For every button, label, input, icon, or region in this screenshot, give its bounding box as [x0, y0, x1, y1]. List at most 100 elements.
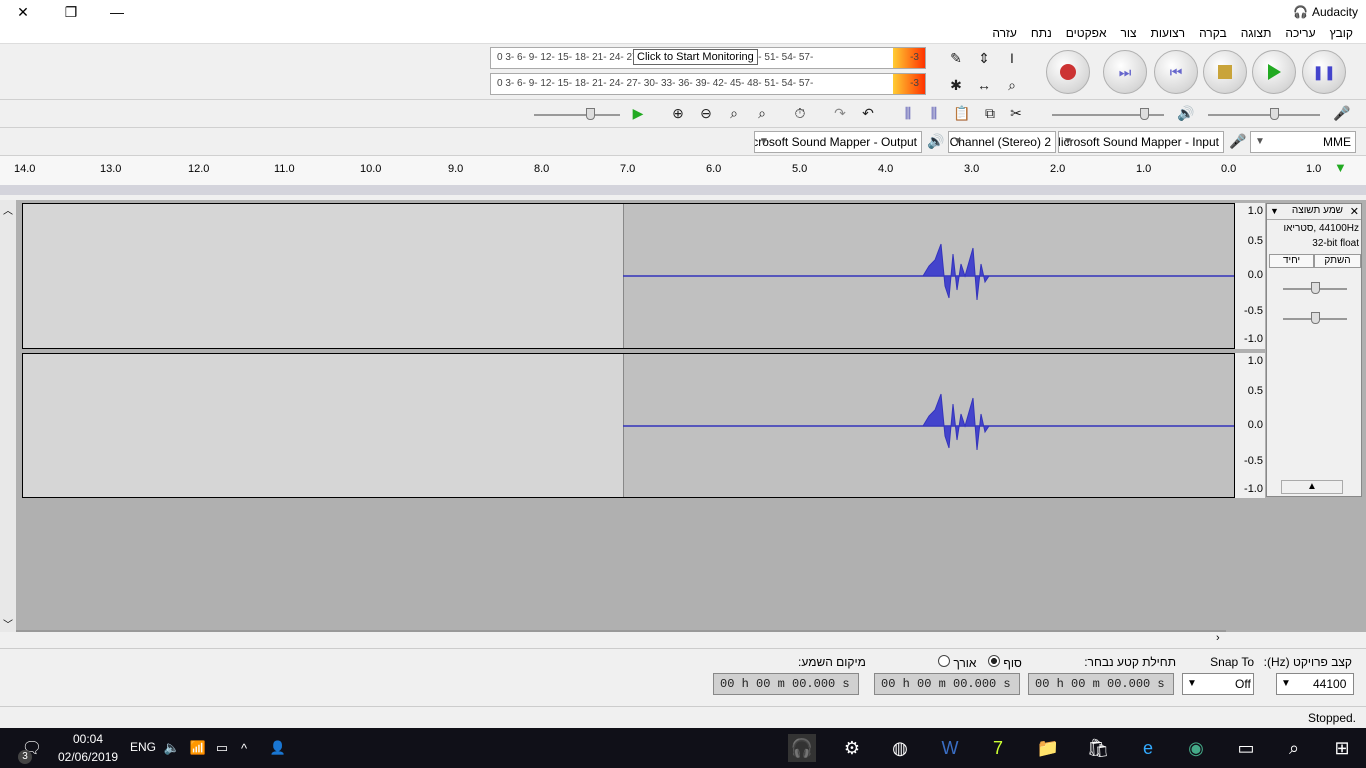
ruler-tick: 10.0	[360, 163, 382, 175]
windows-taskbar: ⊞ ⌕ ▭ ◉ e 🛍 📁 7 W ◍ ⚙ 🎧 00:04 02/06/2019…	[0, 728, 1366, 768]
envelope-tool-icon[interactable]: ⇕	[972, 46, 996, 70]
record-button[interactable]	[1046, 50, 1090, 94]
end-radio[interactable]	[988, 655, 1000, 667]
gain-slider[interactable]	[1283, 282, 1347, 294]
settings-gear-icon[interactable]: ⚙	[838, 734, 866, 762]
people-icon[interactable]: 👤	[264, 734, 292, 762]
selection-start-time[interactable]: 00 h 00 m 00.000 s	[1028, 673, 1174, 695]
scroll-down-icon[interactable]: ﹀	[3, 616, 13, 631]
photos-icon[interactable]: ◍	[886, 734, 914, 762]
fit-selection-icon[interactable]: ⌕	[722, 101, 746, 125]
audio-position-label: מיקום השמע:	[798, 655, 866, 669]
chrome-icon[interactable]: ◉	[1182, 734, 1210, 762]
redo-icon[interactable]: ↷	[828, 101, 852, 125]
file-explorer-icon[interactable]: 📁	[1034, 734, 1062, 762]
clock-date[interactable]: 02/06/2019	[58, 750, 118, 764]
task-view-icon[interactable]: ▭	[1232, 734, 1260, 762]
horizontal-scrollbar[interactable]	[16, 630, 1226, 632]
skip-end-button[interactable]: ⏭	[1103, 50, 1147, 94]
snap-to-select[interactable]: Off ▼	[1182, 673, 1254, 695]
solo-button[interactable]: יחיד	[1269, 254, 1314, 268]
selection-tool-icon[interactable]: I	[1000, 46, 1024, 70]
menu-tracks[interactable]: רצועות	[1144, 24, 1192, 43]
multi-tool-icon[interactable]: ✱	[944, 73, 968, 97]
skip-start-button[interactable]: ⏮	[1154, 50, 1198, 94]
maximize-button[interactable]: ❐	[48, 0, 94, 24]
audio-position-time[interactable]: 00 h 00 m 00.000 s	[713, 673, 859, 695]
word-icon[interactable]: W	[936, 734, 964, 762]
ruler-tick: 7.0	[620, 163, 636, 175]
7zip-icon[interactable]: 7	[984, 734, 1012, 762]
pause-button[interactable]: ❚❚	[1302, 50, 1346, 94]
show-hidden-icons[interactable]: ^	[230, 734, 258, 762]
zoom-in-icon[interactable]: ⊕	[666, 101, 690, 125]
play-at-speed-slider[interactable]	[534, 108, 620, 120]
track-channel-left[interactable]	[22, 203, 1235, 349]
silence-icon[interactable]: ⫼	[922, 101, 946, 125]
output-device-select[interactable]: Microsoft Sound Mapper - Output ▼	[754, 131, 922, 153]
track-name[interactable]: שמע תשוצה	[1292, 205, 1343, 216]
collapse-track-icon[interactable]: ▲	[1281, 480, 1343, 494]
channels-select[interactable]: 2 (Stereo) Recording Channel▼	[948, 131, 1056, 153]
playback-volume-slider[interactable]	[1052, 108, 1164, 120]
volume-icon[interactable]: 🔈	[158, 734, 186, 762]
zoom-out-icon[interactable]: ⊖	[694, 101, 718, 125]
language-indicator[interactable]: ENG	[130, 740, 156, 754]
play-icon	[1267, 64, 1281, 80]
track-close-icon[interactable]: ✕	[1350, 205, 1359, 218]
close-button[interactable]: ✕	[0, 0, 46, 24]
record-meter-max: -3	[910, 52, 919, 63]
project-rate-select[interactable]: 44100 ▼	[1276, 673, 1354, 695]
trim-icon[interactable]: ⫼	[896, 101, 920, 125]
menu-help[interactable]: עזרה	[985, 24, 1024, 43]
play-button[interactable]	[1252, 50, 1296, 94]
menu-effects[interactable]: אפקטים	[1059, 24, 1114, 43]
stop-button[interactable]	[1203, 50, 1247, 94]
search-icon[interactable]: ⌕	[1280, 734, 1308, 762]
menu-view[interactable]: תצוגה	[1234, 24, 1279, 43]
ruler-tick: 14.0	[14, 163, 36, 175]
menu-transport[interactable]: בקרה	[1192, 24, 1234, 43]
pan-slider[interactable]	[1283, 312, 1347, 324]
selection-end-time[interactable]: 00 h 00 m 00.000 s	[874, 673, 1020, 695]
vertical-scrollbar[interactable]: ︿ ﹀	[0, 200, 16, 632]
audio-host-select[interactable]: MME ▼	[1250, 131, 1356, 153]
zoom-tool-icon[interactable]: ⌕	[1000, 73, 1024, 97]
scroll-right-icon[interactable]: ›	[1216, 632, 1220, 644]
draw-tool-icon[interactable]: ✎	[944, 46, 968, 70]
ruler-scrub-band[interactable]	[0, 185, 1366, 195]
paste-icon[interactable]: 📋	[950, 101, 974, 125]
minimize-button[interactable]: —	[94, 0, 140, 24]
track-area[interactable]: ︿ ﹀ 1.0 0.5 0.0 -0.5 -1.0 1.0 0.5 0.0 -0…	[0, 200, 1366, 632]
track-header[interactable]: ✕ שמע תשוצה ▼	[1267, 204, 1361, 220]
timer-icon[interactable]: ⏱	[788, 101, 812, 125]
menu-edit[interactable]: עריכה	[1278, 24, 1322, 43]
track-menu-icon[interactable]: ▼	[1270, 206, 1279, 216]
menu-file[interactable]: קובץ	[1323, 24, 1360, 43]
start-windows-icon[interactable]: ⊞	[1328, 734, 1356, 762]
play-head-icon[interactable]: ▼	[1334, 160, 1347, 175]
copy-icon[interactable]: ⧉	[978, 101, 1002, 125]
recording-volume-slider[interactable]	[1208, 108, 1320, 120]
mute-button[interactable]: השתק	[1314, 254, 1361, 268]
input-device-select[interactable]: Microsoft Sound Mapper - Input ▼	[1058, 131, 1224, 153]
time-shift-tool-icon[interactable]: ↔	[972, 73, 996, 97]
timeline-ruler[interactable]: 1.0 0.0 1.0 2.0 3.0 4.0 5.0 6.0 7.0 8.0 …	[0, 156, 1366, 186]
end-radio-label[interactable]: סוף	[988, 655, 1022, 670]
clock-time[interactable]: 00:04	[68, 732, 108, 746]
fit-project-icon[interactable]: ⌕	[750, 101, 774, 125]
menu-generate[interactable]: צור	[1114, 24, 1144, 43]
play-meter[interactable]: -57 -54 -51 -48 -45 -42 -39 -36 -33 -30 …	[490, 73, 926, 95]
undo-icon[interactable]: ↶	[856, 101, 880, 125]
track-channel-right[interactable]	[22, 353, 1235, 498]
play-at-speed-icon[interactable]: ▶	[626, 101, 650, 125]
audacity-taskbar-icon[interactable]: 🎧	[788, 734, 816, 762]
waveform-left	[623, 243, 1234, 301]
length-radio-label[interactable]: אורך	[938, 655, 976, 670]
scroll-up-icon[interactable]: ︿	[3, 202, 13, 217]
menu-analyze[interactable]: נתח	[1024, 24, 1059, 43]
edge-icon[interactable]: e	[1134, 734, 1162, 762]
cut-icon[interactable]: ✂	[1004, 101, 1028, 125]
store-icon[interactable]: 🛍	[1084, 734, 1112, 762]
length-radio[interactable]	[938, 655, 950, 667]
